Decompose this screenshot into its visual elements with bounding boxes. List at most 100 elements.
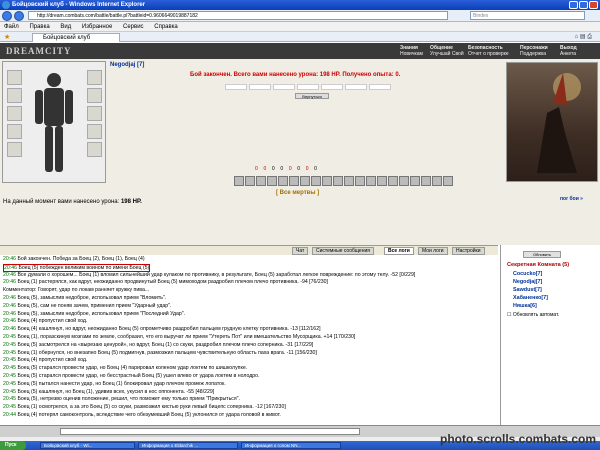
- search-input[interactable]: Bindex: [470, 11, 585, 20]
- zone-block[interactable]: [345, 84, 367, 90]
- zone-belly[interactable]: [273, 84, 295, 90]
- maximize-button[interactable]: [579, 1, 588, 9]
- opponent-name[interactable]: Negodjaj [7]: [110, 62, 144, 68]
- tab-settings[interactable]: Настройки: [452, 247, 485, 255]
- amulet-slot[interactable]: [87, 88, 102, 103]
- battle-stats-ribbon: 0 0 0 0 0 0 0 0: [255, 166, 321, 172]
- menu-help[interactable]: Справка: [154, 24, 178, 30]
- skill-19[interactable]: [432, 176, 442, 186]
- skill-5[interactable]: [278, 176, 288, 186]
- menu-file[interactable]: Файл: [4, 24, 19, 30]
- stat-3: 0: [280, 166, 284, 172]
- skill-6[interactable]: [289, 176, 299, 186]
- zone-belt[interactable]: [297, 84, 319, 90]
- next-fight-link[interactable]: пог бои »: [560, 196, 583, 202]
- watermark: photo.scrolls.combats.com: [440, 432, 597, 446]
- log-row: 20:45 Боец (5) кашлянул, но Боец (1), уд…: [3, 389, 214, 397]
- skill-3[interactable]: [256, 176, 266, 186]
- zone-chest[interactable]: [249, 84, 271, 90]
- start-button[interactable]: Пуск: [0, 441, 26, 450]
- skill-14[interactable]: [377, 176, 387, 186]
- skill-bar: [234, 176, 478, 186]
- stat-1: 0: [263, 166, 267, 172]
- tab-fightclub[interactable]: Бойцовский клуб: [32, 33, 120, 42]
- back-button[interactable]: [2, 11, 12, 21]
- belt-slot[interactable]: [7, 124, 22, 139]
- favorites-star-icon[interactable]: ★: [4, 33, 10, 41]
- nav-newbies[interactable]: Новичкам: [400, 51, 423, 57]
- window-titlebar: Бойцовский клуб - Windows Internet Explo…: [0, 0, 600, 10]
- nav-report[interactable]: Отчет о проверке: [468, 51, 509, 57]
- shield-slot[interactable]: [87, 124, 102, 139]
- room-user[interactable]: Sawdust[7]: [513, 287, 542, 293]
- room-user[interactable]: Negodjaj[7]: [513, 279, 542, 285]
- taskbar-item[interactable]: Информация о голом NN...: [241, 442, 341, 449]
- weapon-slot[interactable]: [7, 88, 22, 103]
- nav-profile[interactable]: Анкета: [560, 51, 576, 57]
- skill-8[interactable]: [311, 176, 321, 186]
- skill-16[interactable]: [399, 176, 409, 186]
- stat-5: 0: [297, 166, 301, 172]
- forward-button[interactable]: [14, 11, 24, 21]
- log-text: Боец (4) кашлянул, но вдруг, неожиданно …: [17, 326, 321, 333]
- site-logo[interactable]: DREAMCITY: [6, 46, 72, 56]
- tab-system[interactable]: Системные сообщения: [312, 247, 374, 255]
- refresh-button[interactable]: Обновить: [523, 251, 561, 258]
- earring-slot[interactable]: [87, 70, 102, 85]
- nav-improve[interactable]: Улучшай Свой: [430, 51, 464, 57]
- all-dead-link[interactable]: [ Все мертвы ]: [276, 190, 319, 196]
- log-text: Боец (5) кашлянул, но Боец (1), удивив в…: [17, 388, 215, 395]
- menu-favorites[interactable]: Избранное: [82, 24, 112, 30]
- zone-extra[interactable]: [369, 84, 391, 90]
- skill-4[interactable]: [267, 176, 277, 186]
- nav-support[interactable]: Поддержка: [520, 51, 546, 57]
- skill-11[interactable]: [344, 176, 354, 186]
- taskbar-item[interactable]: Информация о Eldarchik ...: [138, 442, 238, 449]
- armor-slot[interactable]: [7, 106, 22, 121]
- home-icon[interactable]: ⌂ ▤ ⎙: [575, 33, 592, 41]
- zone-head[interactable]: [225, 84, 247, 90]
- tab-my-logs[interactable]: Мои логи: [418, 247, 448, 255]
- skill-7[interactable]: [300, 176, 310, 186]
- log-time: 20:45: [3, 373, 16, 379]
- menu-edit[interactable]: Правка: [29, 24, 49, 30]
- chat-input[interactable]: [60, 428, 360, 435]
- log-text: Боец (4) потерял самоконтроль, вследстви…: [17, 412, 281, 418]
- close-button[interactable]: [589, 1, 598, 9]
- skill-15[interactable]: [388, 176, 398, 186]
- skill-20[interactable]: [443, 176, 453, 186]
- address-field[interactable]: http://dream.combats.com/battle/battle.p…: [28, 11, 448, 20]
- menu-view[interactable]: Вид: [60, 24, 71, 30]
- taskbar-item[interactable]: Бойцовский клуб - Wi...: [40, 442, 135, 449]
- tab-chat[interactable]: Чат: [292, 247, 309, 255]
- room-user[interactable]: Хабаненко[7]: [513, 295, 548, 301]
- skill-12[interactable]: [355, 176, 365, 186]
- skill-9[interactable]: [322, 176, 332, 186]
- helmet-slot[interactable]: [7, 70, 22, 85]
- tab-bar: ★ Бойцовский клуб ⌂ ▤ ⎙: [0, 32, 600, 42]
- auto-refresh-checkbox[interactable]: ☐ Обновлять автомат.: [507, 312, 559, 318]
- menu-tools[interactable]: Сервис: [123, 24, 144, 30]
- zone-legs[interactable]: [321, 84, 343, 90]
- log-row: 20:46 Боец (4) кашлянул, но вдруг, неожи…: [3, 326, 321, 334]
- gloves-slot[interactable]: [87, 106, 102, 121]
- room-user[interactable]: Няшка[6]: [513, 303, 537, 309]
- room-title[interactable]: Секретная Комната (5): [507, 262, 569, 268]
- ring-slot[interactable]: [7, 142, 22, 157]
- skill-18[interactable]: [421, 176, 431, 186]
- log-row: 20:46 Боец (5), сам не поняв зачем, прим…: [3, 303, 171, 311]
- log-row: Комментатор: Говорят, удар по локам ранн…: [3, 287, 149, 295]
- skill-13[interactable]: [366, 176, 376, 186]
- battle-log: 20:46 Бой закончен. Победа за Боец (2), …: [0, 255, 498, 425]
- tab-all-logs[interactable]: Все логи: [384, 247, 414, 255]
- room-user[interactable]: Cocucko[7]: [513, 271, 542, 277]
- skill-17[interactable]: [410, 176, 420, 186]
- skill-1[interactable]: [234, 176, 244, 186]
- skill-2[interactable]: [245, 176, 255, 186]
- log-text: Комментатор: Говорят, удар по локам ранн…: [3, 287, 150, 294]
- minimize-button[interactable]: [569, 1, 578, 9]
- boots-slot[interactable]: [87, 142, 102, 157]
- return-button[interactable]: Вернуться: [295, 93, 329, 99]
- auto-refresh-label: Обновлять автомат.: [512, 312, 560, 318]
- skill-10[interactable]: [333, 176, 343, 186]
